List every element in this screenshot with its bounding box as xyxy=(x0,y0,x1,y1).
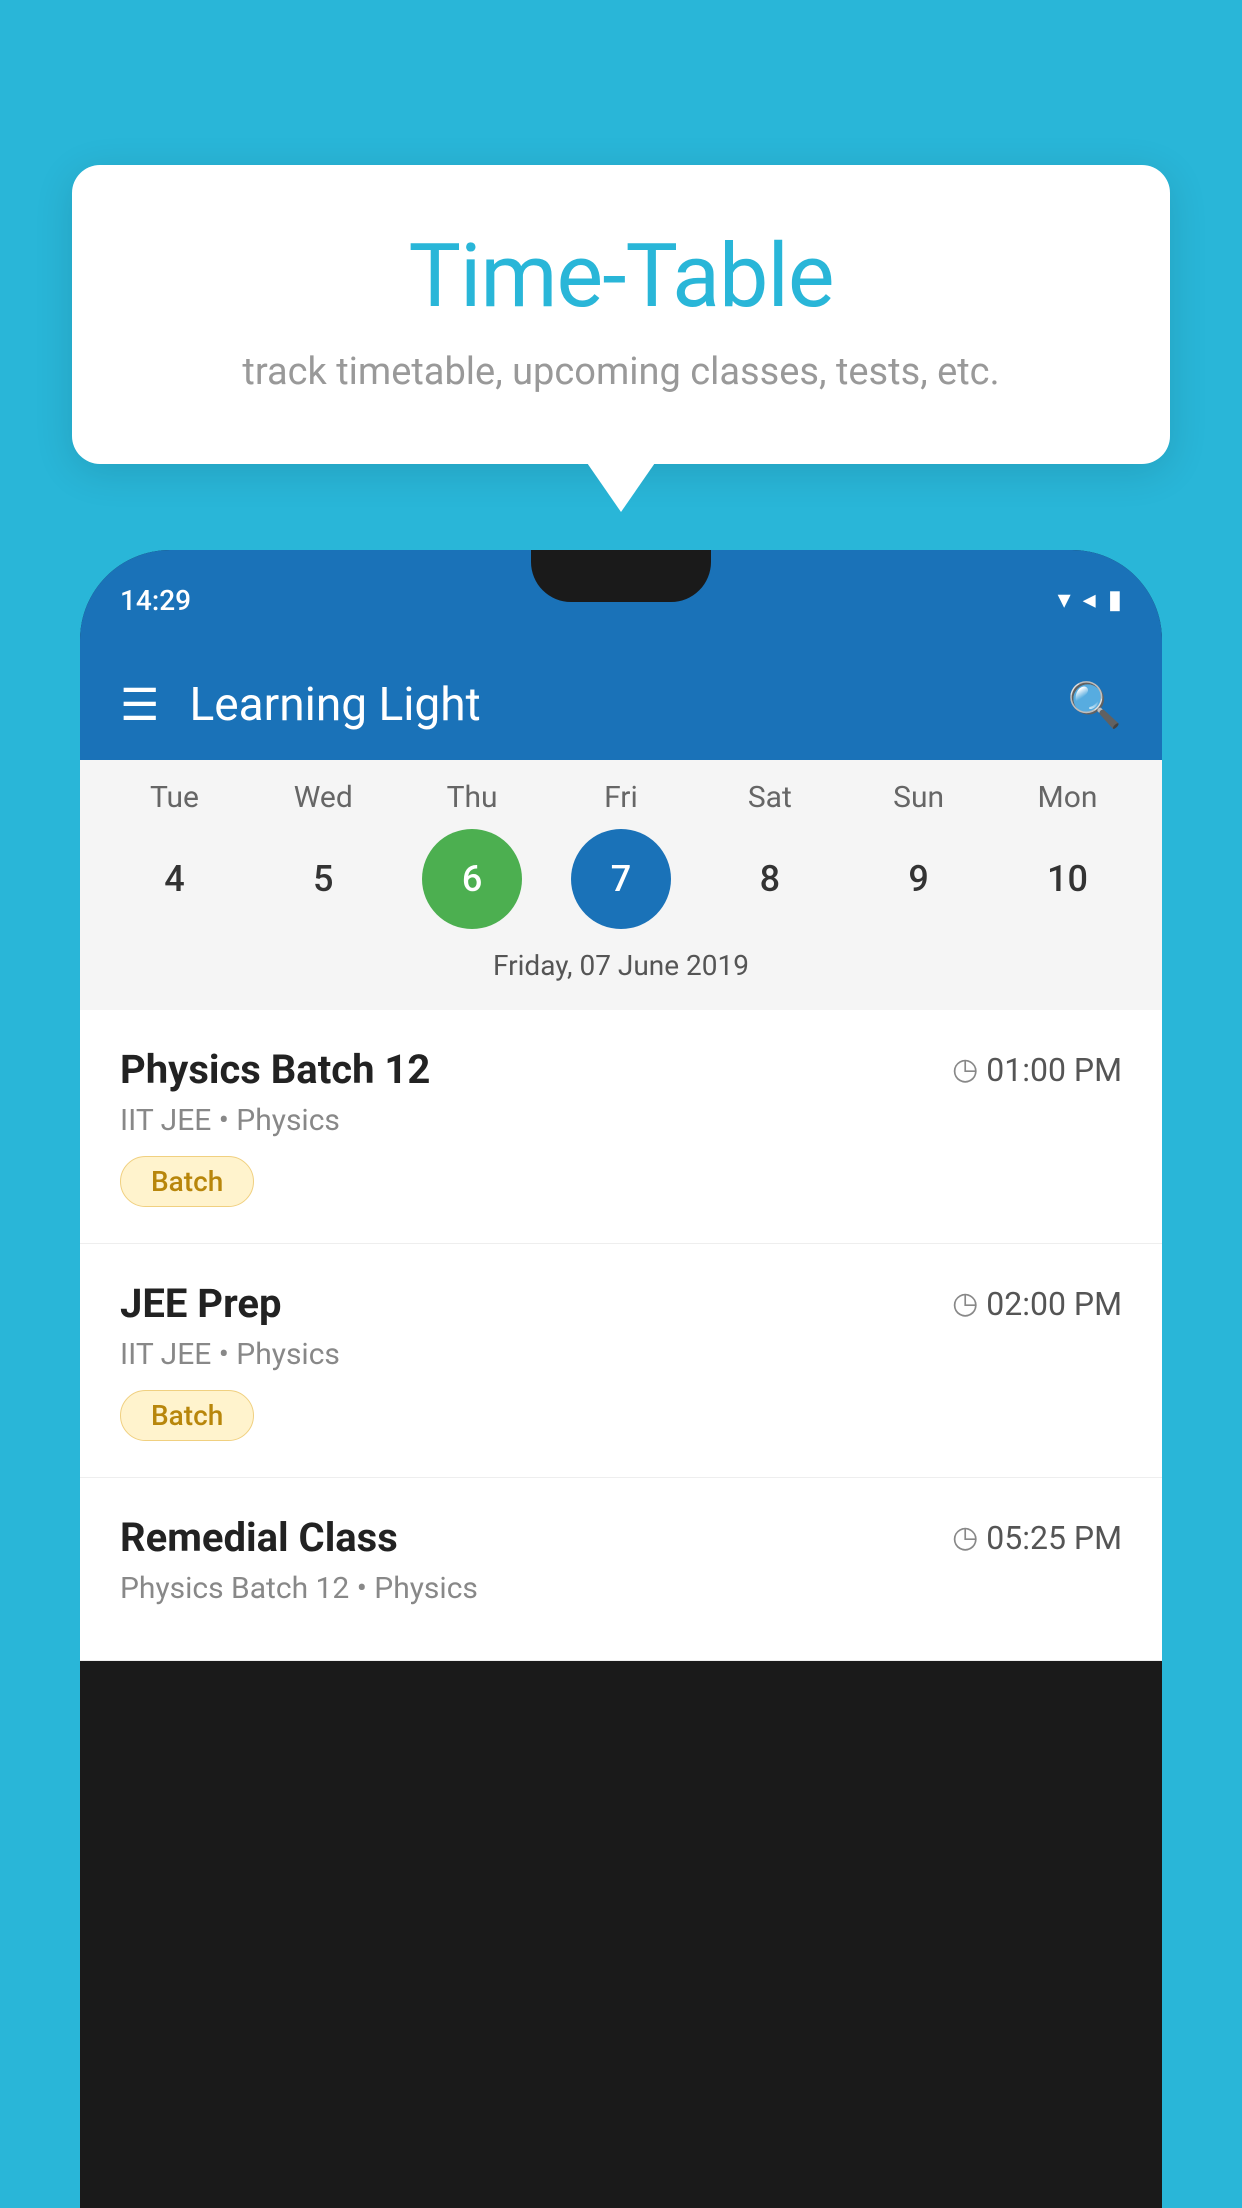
schedule-item-1-header: Physics Batch 12 ◷ 01:00 PM xyxy=(120,1046,1122,1093)
schedule-item-3-name: Remedial Class xyxy=(120,1514,398,1561)
speech-bubble: Time-Table track timetable, upcoming cla… xyxy=(72,165,1170,464)
search-icon[interactable]: 🔍 xyxy=(1067,679,1122,731)
battery-icon: ▮ xyxy=(1108,585,1122,615)
day-header-mon: Mon xyxy=(1017,780,1117,815)
day-4[interactable]: 4 xyxy=(124,829,224,929)
status-icons: ▾ ◂ ▮ xyxy=(1058,585,1122,615)
schedule-item-3-sub: Physics Batch 12 • Physics xyxy=(120,1571,1122,1606)
schedule-item-2-sub: IIT JEE • Physics xyxy=(120,1337,1122,1372)
phone-frame: 14:29 ▾ ◂ ▮ ☰ Learning Light 🔍 Tue Wed T… xyxy=(80,550,1162,2208)
schedule-item-1[interactable]: Physics Batch 12 ◷ 01:00 PM IIT JEE • Ph… xyxy=(80,1010,1162,1244)
clock-icon-1: ◷ xyxy=(952,1052,978,1087)
status-time: 14:29 xyxy=(120,584,191,617)
day-header-sun: Sun xyxy=(869,780,969,815)
schedule-item-1-sub: IIT JEE • Physics xyxy=(120,1103,1122,1138)
bubble-subtitle: track timetable, upcoming classes, tests… xyxy=(122,350,1120,394)
schedule-item-3-time: ◷ 05:25 PM xyxy=(952,1519,1122,1557)
day-7-selected[interactable]: 7 xyxy=(571,829,671,929)
signal-icon: ◂ xyxy=(1083,585,1096,615)
schedule-item-1-name: Physics Batch 12 xyxy=(120,1046,430,1093)
batch-badge-2: Batch xyxy=(120,1390,254,1441)
schedule-item-2-time: ◷ 02:00 PM xyxy=(952,1285,1122,1323)
hamburger-icon[interactable]: ☰ xyxy=(120,683,159,727)
day-header-fri: Fri xyxy=(571,780,671,815)
schedule-item-1-time: ◷ 01:00 PM xyxy=(952,1051,1122,1089)
day-numbers: 4 5 6 7 8 9 10 xyxy=(80,829,1162,929)
schedule-item-2-header: JEE Prep ◷ 02:00 PM xyxy=(120,1280,1122,1327)
batch-badge-1: Batch xyxy=(120,1156,254,1207)
day-9[interactable]: 9 xyxy=(869,829,969,929)
day-header-thu: Thu xyxy=(422,780,522,815)
day-5[interactable]: 5 xyxy=(273,829,373,929)
bubble-title: Time-Table xyxy=(122,225,1120,328)
status-bar: 14:29 ▾ ◂ ▮ xyxy=(80,550,1162,650)
day-header-tue: Tue xyxy=(124,780,224,815)
calendar-strip: Tue Wed Thu Fri Sat Sun Mon 4 5 6 7 8 9 … xyxy=(80,760,1162,1010)
schedule-item-2[interactable]: JEE Prep ◷ 02:00 PM IIT JEE • Physics Ba… xyxy=(80,1244,1162,1478)
day-10[interactable]: 10 xyxy=(1017,829,1117,929)
clock-icon-2: ◷ xyxy=(952,1286,978,1321)
selected-date-label: Friday, 07 June 2019 xyxy=(80,943,1162,1000)
phone-notch xyxy=(531,550,711,602)
schedule-item-3-header: Remedial Class ◷ 05:25 PM xyxy=(120,1514,1122,1561)
day-8[interactable]: 8 xyxy=(720,829,820,929)
app-bar-title: Learning Light xyxy=(189,678,1037,732)
day-header-sat: Sat xyxy=(720,780,820,815)
schedule-list: Physics Batch 12 ◷ 01:00 PM IIT JEE • Ph… xyxy=(80,1010,1162,1661)
clock-icon-3: ◷ xyxy=(952,1520,978,1555)
day-header-wed: Wed xyxy=(273,780,373,815)
app-bar: ☰ Learning Light 🔍 xyxy=(80,650,1162,760)
day-6-today[interactable]: 6 xyxy=(422,829,522,929)
schedule-item-2-name: JEE Prep xyxy=(120,1280,281,1327)
day-headers: Tue Wed Thu Fri Sat Sun Mon xyxy=(80,780,1162,815)
schedule-item-3[interactable]: Remedial Class ◷ 05:25 PM Physics Batch … xyxy=(80,1478,1162,1661)
wifi-icon: ▾ xyxy=(1058,585,1071,615)
